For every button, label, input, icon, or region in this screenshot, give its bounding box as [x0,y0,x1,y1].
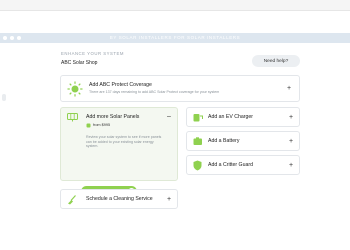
ev-charger-icon [193,114,203,122]
cleaning-icon [68,195,76,205]
protect-title: Add ABC Protect Coverage [89,82,152,88]
solar-panels-price: from $995 [93,123,111,127]
critter-guard-title: Add a Critter Guard [208,162,253,168]
shop-name: ABC Solar Shop [61,60,98,66]
cleaning-service-expand-icon[interactable]: + [167,196,171,203]
battery-expand-icon[interactable]: + [289,138,293,145]
ev-charger-card[interactable]: Add an EV Charger + [186,107,300,127]
protect-subtitle: There are 137 days remaining to add ABC … [89,90,220,94]
section-kicker: Enhance your system [61,51,124,56]
ev-charger-title: Add an EV Charger [208,114,253,120]
critter-guard-card[interactable]: Add a Critter Guard + [186,155,300,175]
solar-panels-title: Add more Solar Panels [86,114,140,120]
protect-expand-icon[interactable]: + [287,85,291,92]
banner-text: By Solar Installers for Solar Installers [109,35,241,40]
solar-panels-card[interactable]: Add more Solar Panels – from $995 Review… [60,107,178,197]
top-bar [0,0,350,11]
battery-card[interactable]: Add a Battery + [186,131,300,151]
battery-icon [193,137,202,145]
need-help-button[interactable]: Need help? [252,55,300,67]
solar-panels-collapse-icon[interactable]: – [167,113,171,120]
price-tag-icon [86,123,91,128]
battery-title: Add a Battery [208,138,240,144]
solar-panels-description: Review your solar system to see if more … [86,135,162,149]
sun-icon [67,81,83,97]
cleaning-service-title: Schedule a Cleaning Service [86,196,153,202]
ev-charger-expand-icon[interactable]: + [289,114,293,121]
scroll-handle[interactable] [2,94,6,101]
cleaning-service-card[interactable]: Schedule a Cleaning Service + [60,189,178,209]
solar-panel-icon [67,113,78,122]
protect-coverage-card[interactable]: Add ABC Protect Coverage There are 137 d… [60,75,300,102]
critter-guard-expand-icon[interactable]: + [289,162,293,169]
shield-icon [193,160,202,171]
